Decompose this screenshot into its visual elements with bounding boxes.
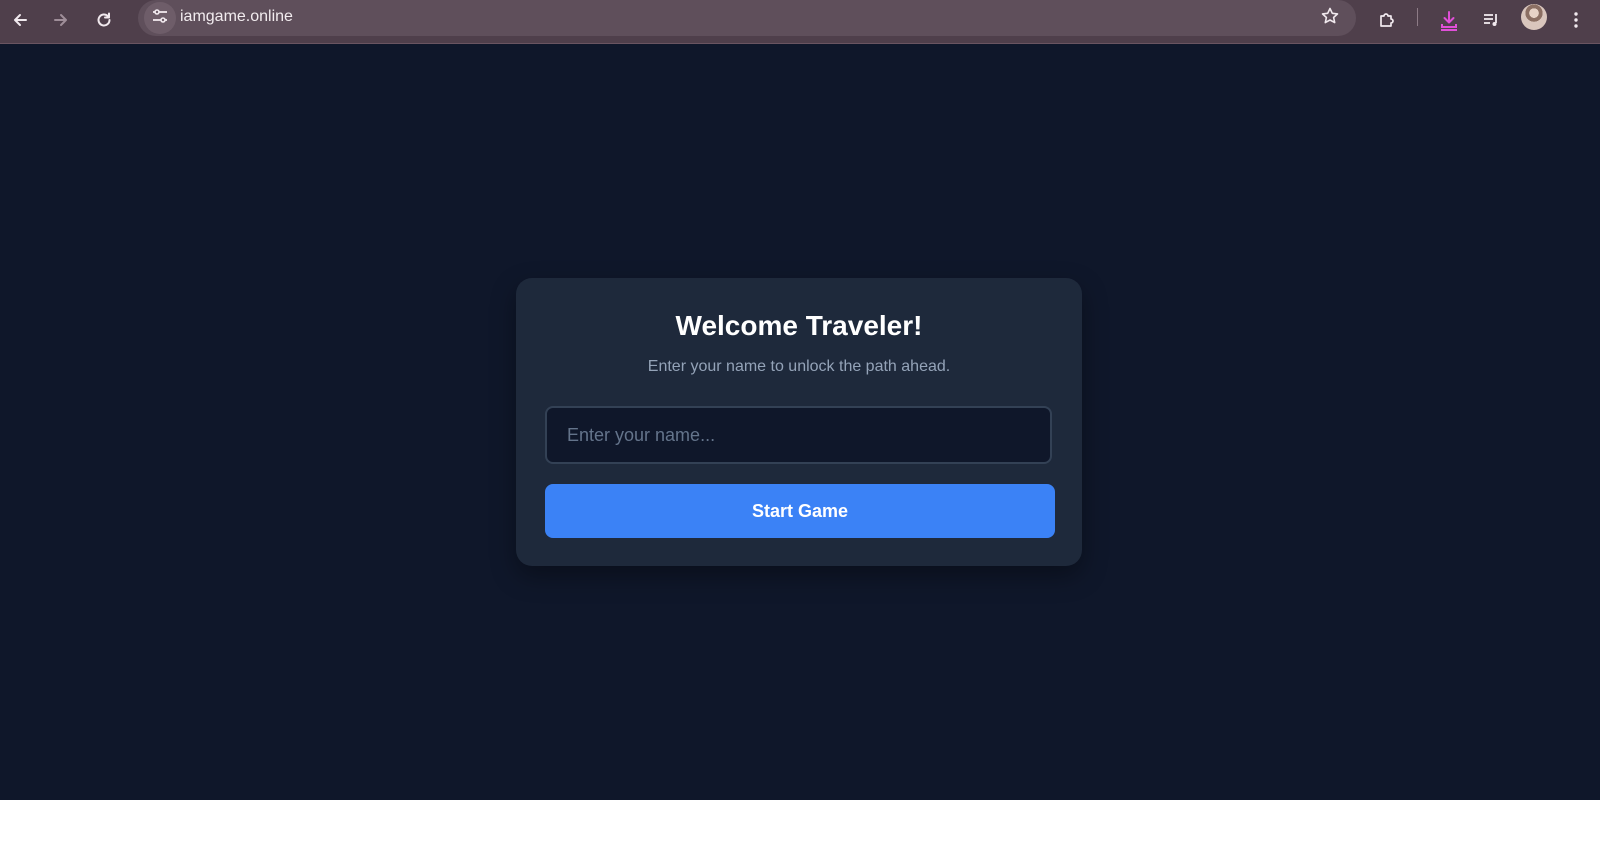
arrow-right-icon (52, 11, 70, 29)
browser-toolbar: iamgame.online (0, 0, 1600, 44)
media-controls-button[interactable] (1475, 4, 1507, 36)
reload-icon (95, 11, 113, 29)
page-title: Welcome Traveler! (675, 310, 923, 341)
address-bar[interactable]: iamgame.online (138, 0, 1356, 36)
puzzle-icon (1377, 10, 1397, 30)
welcome-card: Welcome Traveler! Enter your name to unl… (516, 278, 1082, 566)
avatar[interactable] (1521, 4, 1547, 30)
forward-button[interactable] (45, 4, 77, 36)
start-game-button[interactable]: Start Game (545, 484, 1055, 538)
kebab-menu-icon (1573, 11, 1579, 29)
extensions-button[interactable] (1371, 4, 1403, 36)
browser-menu-button[interactable] (1560, 4, 1592, 36)
playlist-icon (1481, 10, 1501, 30)
back-button[interactable] (4, 4, 36, 36)
arrow-left-icon (11, 11, 29, 29)
name-input[interactable] (545, 406, 1052, 464)
star-icon (1320, 6, 1340, 31)
url-text[interactable]: iamgame.online (180, 8, 293, 26)
toolbar-divider (1417, 8, 1418, 26)
download-icon (1438, 9, 1460, 31)
tune-icon (151, 7, 169, 30)
downloads-button[interactable] (1433, 4, 1465, 36)
reload-button[interactable] (88, 4, 120, 36)
site-info-button[interactable] (144, 2, 176, 34)
bookmark-button[interactable] (1314, 2, 1346, 34)
page-viewport: Welcome Traveler! Enter your name to unl… (0, 44, 1600, 800)
page-subtitle: Enter your name to unlock the path ahead… (647, 358, 951, 375)
